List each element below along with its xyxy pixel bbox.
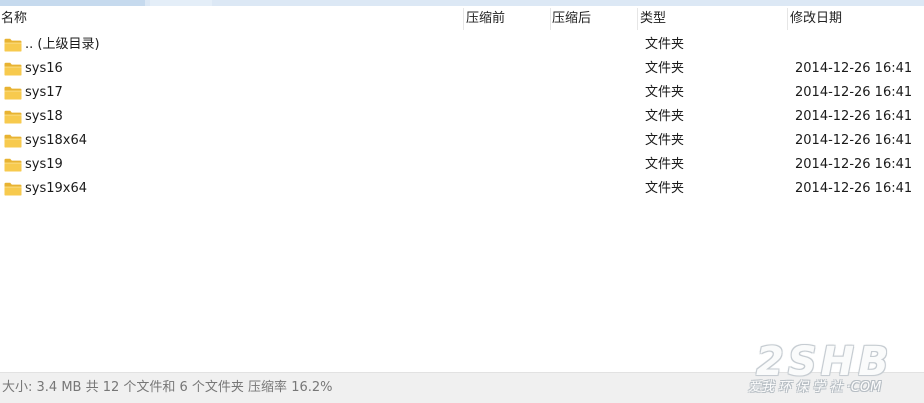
watermark-logo-text: 2SHB xyxy=(756,339,893,385)
file-date: 2014-12-26 16:41 xyxy=(795,133,913,148)
folder-icon xyxy=(4,182,22,196)
file-date: 2014-12-26 16:41 xyxy=(795,181,913,196)
file-name: sys18x64 xyxy=(25,133,88,148)
column-header-type[interactable]: 类型 xyxy=(640,6,666,32)
folder-icon xyxy=(4,110,22,124)
list-item[interactable]: sys16 文件夹 2014-12-26 16:41 xyxy=(0,57,924,81)
folder-icon xyxy=(4,134,22,148)
file-date: 2014-12-26 16:41 xyxy=(795,157,913,172)
list-item[interactable]: sys18 文件夹 2014-12-26 16:41 xyxy=(0,105,924,129)
file-name: sys17 xyxy=(25,85,63,100)
status-text: 大小: 3.4 MB 共 12 个文件和 6 个文件夹 压缩率 16.2% xyxy=(2,380,333,395)
folder-icon xyxy=(4,62,22,76)
folder-icon xyxy=(4,38,22,52)
column-divider[interactable] xyxy=(463,8,464,30)
column-divider[interactable] xyxy=(550,8,551,30)
column-header-modified[interactable]: 修改日期 xyxy=(790,6,842,32)
file-name: sys16 xyxy=(25,61,63,76)
file-name: sys19x64 xyxy=(25,181,88,196)
column-header: 名称 压缩前 压缩后 类型 修改日期 xyxy=(0,6,924,32)
file-date: 2014-12-26 16:41 xyxy=(795,109,913,124)
file-type: 文件夹 xyxy=(645,37,685,52)
column-header-packed[interactable]: 压缩前 xyxy=(466,6,505,32)
file-date: 2014-12-26 16:41 xyxy=(795,85,913,100)
file-type: 文件夹 xyxy=(645,61,685,76)
file-type: 文件夹 xyxy=(645,181,685,196)
file-list: .. (上级目录) 文件夹 sys16 文件夹 2014-12-26 16:41… xyxy=(0,33,924,201)
list-item[interactable]: sys18x64 文件夹 2014-12-26 16:41 xyxy=(0,129,924,153)
list-item-parent[interactable]: .. (上级目录) 文件夹 xyxy=(0,33,924,57)
list-item[interactable]: sys17 文件夹 2014-12-26 16:41 xyxy=(0,81,924,105)
file-type: 文件夹 xyxy=(645,133,685,148)
file-name: .. (上级目录) xyxy=(25,37,100,52)
file-type: 文件夹 xyxy=(645,85,685,100)
folder-icon xyxy=(4,86,22,100)
column-divider[interactable] xyxy=(787,8,788,30)
watermark-logo: 2SHB 爱我 环 保 学 社 ·COM xyxy=(748,342,920,400)
watermark-tagline: 爱我 环 保 学 社 ·COM xyxy=(748,380,882,395)
file-type: 文件夹 xyxy=(645,109,685,124)
column-header-unpacked[interactable]: 压缩后 xyxy=(552,6,591,32)
file-name: sys19 xyxy=(25,157,63,172)
folder-icon xyxy=(4,158,22,172)
list-item[interactable]: sys19x64 文件夹 2014-12-26 16:41 xyxy=(0,177,924,201)
column-divider[interactable] xyxy=(637,8,638,30)
file-type: 文件夹 xyxy=(645,157,685,172)
file-name: sys18 xyxy=(25,109,63,124)
list-item[interactable]: sys19 文件夹 2014-12-26 16:41 xyxy=(0,153,924,177)
column-header-name[interactable]: 名称 xyxy=(1,6,27,32)
file-date: 2014-12-26 16:41 xyxy=(795,61,913,76)
